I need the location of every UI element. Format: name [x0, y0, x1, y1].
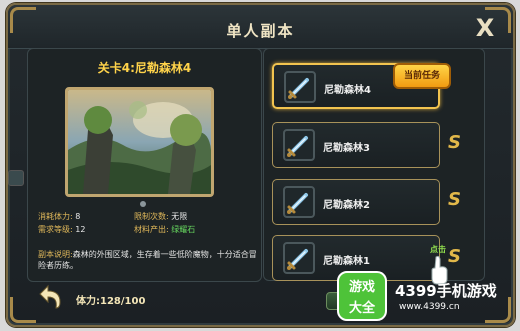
current-task-badge: 当前任务 [393, 63, 451, 89]
dialog-title: 单人副本 [226, 22, 295, 40]
level-name: 尼勒森林2 [323, 200, 370, 211]
level-icon-frame [284, 71, 316, 103]
level-item-3[interactable]: 尼勒森林2 [272, 179, 440, 225]
stamina-cost-value: 8 [75, 212, 81, 221]
material-output-stat: 材料产出: 绿耀石 [134, 224, 195, 235]
required-level-stat: 需求等级: 12 [38, 224, 85, 235]
stage-title: 关卡4:尼勒森林4 [97, 61, 192, 75]
watermark-logo-line1: 游戏 [348, 280, 375, 295]
description-label: 副本说明: [38, 250, 73, 259]
back-button[interactable] [36, 284, 64, 310]
required-level-label: 需求等级: [38, 225, 73, 234]
material-output-value: 绿耀石 [171, 225, 196, 234]
level-name: 尼勒森林1 [323, 256, 370, 267]
s-rank-icon: S [448, 189, 461, 210]
stats-row: 消耗体力: 8 限制次数: 无限 [38, 211, 258, 223]
stage-description: 副本说明:森林的外围区域，生存着一些低阶魔物，十分适合冒险者历练。 [38, 249, 258, 271]
page-indicator-dot [140, 201, 146, 207]
watermark-logo-line2: 大全 [348, 301, 375, 316]
attempt-limit-stat: 限制次数: 无限 [134, 211, 187, 222]
sword-icon [287, 136, 308, 157]
side-app-icon [8, 170, 24, 186]
frame-corner-ornament [10, 7, 36, 33]
stamina-display: 体力:128/100 [76, 296, 146, 307]
title-bar: 单人副本 X [8, 5, 513, 49]
level-icon-frame [283, 129, 315, 161]
level-icon-frame [283, 186, 315, 218]
frame-corner-ornament [485, 7, 511, 33]
level-name: 尼勒森林3 [323, 143, 370, 154]
attempt-limit-label: 限制次数: [134, 212, 169, 221]
forest-scene-illustration [68, 90, 211, 194]
back-arrow-icon [39, 284, 61, 309]
frame-corner-ornament [10, 297, 36, 323]
sword-icon [287, 249, 308, 270]
stamina-cost-label: 消耗体力: [38, 212, 73, 221]
watermark-site: www.4399.cn [399, 302, 460, 312]
attempt-limit-value: 无限 [171, 212, 188, 221]
level-item-2[interactable]: 尼勒森林3 [272, 122, 440, 168]
click-hint-label: 点击 [430, 245, 446, 254]
sword-icon [287, 193, 308, 214]
sword-icon [288, 78, 309, 99]
level-name: 尼勒森林4 [324, 85, 371, 96]
material-output-label: 材料产出: [134, 225, 169, 234]
watermark-brand: 4399手机游戏 [395, 282, 497, 300]
stats-row: 需求等级: 12 材料产出: 绿耀石 [38, 224, 258, 236]
level-icon-frame [283, 242, 315, 274]
stage-info-panel: 关卡4:尼勒森林4 消耗体力: 8 限制次数: 无限 需求等级: 12 材料产出… [27, 48, 262, 282]
watermark-logo: 游戏 大全 [337, 271, 387, 321]
s-rank-icon: S [448, 132, 461, 153]
stage-preview-image [65, 87, 214, 197]
stamina-cost-stat: 消耗体力: 8 [38, 211, 80, 222]
required-level-value: 12 [75, 225, 86, 234]
